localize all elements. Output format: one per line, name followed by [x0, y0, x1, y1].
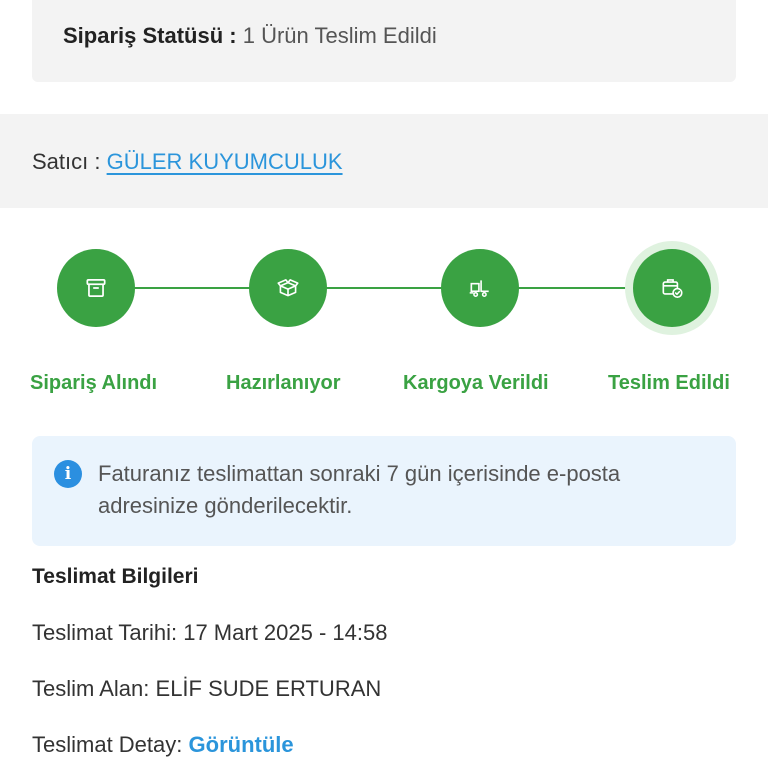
delivered-box-check-icon [662, 279, 683, 299]
step-label-delivered: Teslim Edildi [608, 372, 730, 394]
delivery-info-title: Teslimat Bilgileri [32, 565, 199, 588]
seller-line: Satıcı : GÜLER KUYUMCULUK [32, 147, 343, 177]
delivery-date-row: Teslimat Tarihi: 17 Mart 2025 - 14:58 [32, 618, 387, 648]
delivery-info-section: Teslimat Bilgileri Teslimat Tarihi: 17 M… [32, 562, 736, 757]
seller-label: Satıcı : [32, 149, 101, 174]
delivery-detail-row: Teslimat Detay: Görüntüle [32, 730, 294, 760]
receiver-row: Teslim Alan: ELİF SUDE ERTURAN [32, 674, 381, 704]
step-label-shipped: Kargoya Verildi [403, 372, 549, 394]
order-status-value: 1 Ürün Teslim Edildi [242, 23, 437, 48]
progress-connector [326, 287, 442, 289]
info-icon: i [54, 460, 82, 488]
step-label-order-received: Sipariş Alındı [30, 372, 158, 394]
invoice-info-text: Faturanız teslimattan sonraki 7 gün içer… [98, 461, 621, 518]
delivery-detail-label: Teslimat Detay: [32, 732, 183, 757]
progress-connector [134, 287, 250, 289]
box-icon [86, 279, 106, 297]
step-delivered [633, 249, 711, 327]
progress-connector [518, 287, 634, 289]
delivery-date-label: Teslimat Tarihi: [32, 620, 178, 645]
open-box-icon [277, 279, 299, 297]
seller-name-link[interactable]: GÜLER KUYUMCULUK [107, 149, 343, 174]
order-status-label: Sipariş Statüsü : [63, 23, 237, 48]
order-status-line: Sipariş Statüsü : 1 Ürün Teslim Edildi [63, 21, 437, 51]
step-label-preparing: Hazırlanıyor [226, 372, 341, 394]
step-order-received [57, 249, 135, 327]
invoice-info-box: i Faturanız teslimattan sonraki 7 gün iç… [32, 436, 736, 546]
order-progress-tracker: Sipariş Alındı Hazırlanıyor Kargoya Veri… [0, 230, 768, 410]
order-status-card: Sipariş Statüsü : 1 Ürün Teslim Edildi [32, 0, 736, 82]
receiver-label: Teslim Alan: [32, 676, 150, 701]
step-shipped [441, 249, 519, 327]
view-delivery-detail-link[interactable]: Görüntüle [189, 732, 294, 757]
step-preparing [249, 249, 327, 327]
seller-section: Satıcı : GÜLER KUYUMCULUK [0, 114, 768, 208]
receiver-value: ELİF SUDE ERTURAN [155, 676, 382, 701]
delivery-truck-icon [469, 280, 489, 297]
delivery-date-value: 17 Mart 2025 - 14:58 [183, 620, 388, 645]
